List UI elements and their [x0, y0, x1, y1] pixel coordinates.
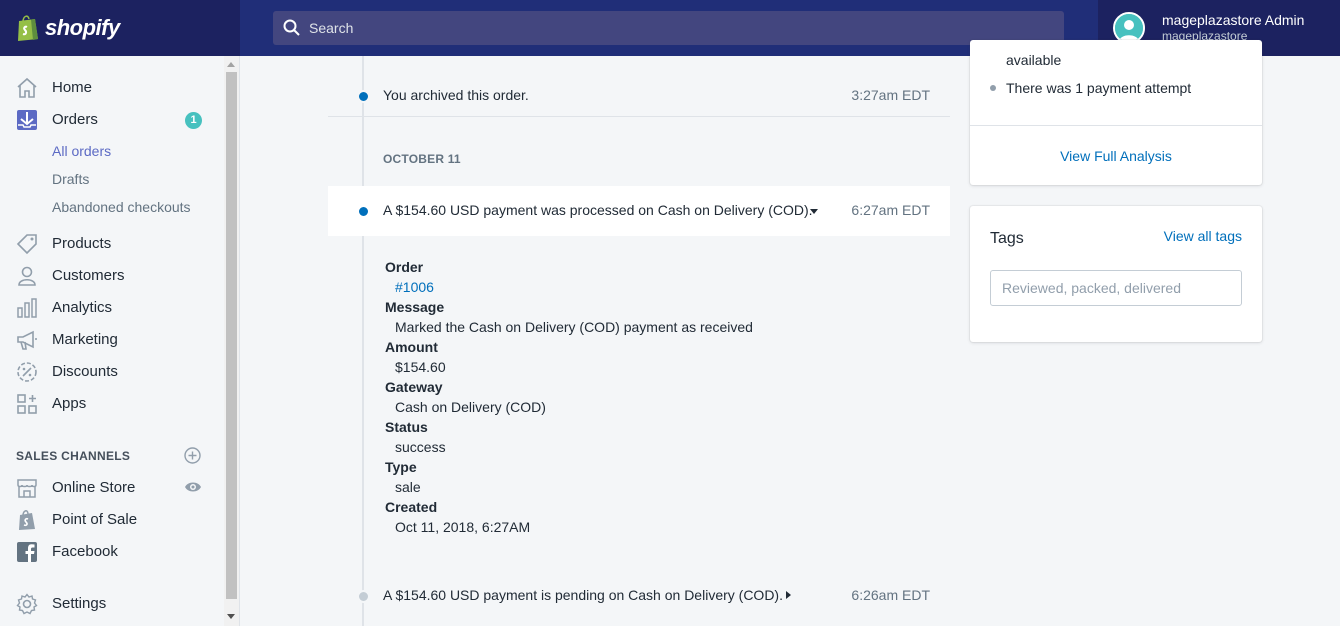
sidebar-item-orders[interactable]: Orders 1	[0, 104, 224, 136]
sidebar-item-label: Discounts	[52, 363, 118, 380]
sidebar-item-label: Marketing	[52, 331, 118, 348]
detail-label-order: Order	[385, 259, 424, 275]
timeline-event-time: 6:26am EDT	[851, 587, 930, 603]
payment-details: Order #1006 Message Marked the Cash on D…	[385, 257, 885, 537]
sidebar-item-customers[interactable]: Customers	[0, 260, 224, 292]
order-link[interactable]: #1006	[385, 277, 885, 297]
detail-label-created: Created	[385, 499, 438, 515]
sidebar-scrollbar[interactable]	[224, 56, 239, 626]
user-icon	[1115, 14, 1143, 42]
sidebar-item-label: Online Store	[52, 479, 136, 496]
search-input[interactable]: Search	[273, 11, 1064, 45]
store-icon	[17, 479, 37, 498]
caret-down-icon[interactable]	[810, 209, 818, 214]
risk-indicator-text: There was 1 payment attempt	[1006, 80, 1192, 96]
add-channel-icon[interactable]	[184, 447, 201, 464]
timeline-event-pending[interactable]: A $154.60 USD payment is pending on Cash…	[328, 571, 950, 621]
sidebar: Home Orders 1 All orders Drafts Abandone…	[0, 56, 224, 626]
facebook-icon	[17, 542, 37, 562]
search-icon	[283, 19, 300, 36]
sidebar-item-label: Customers	[52, 267, 125, 284]
timeline-divider	[328, 116, 950, 117]
sidebar-item-discounts[interactable]: Discounts	[0, 356, 224, 388]
sidebar-item-settings[interactable]: Settings	[0, 588, 224, 620]
sidebar-item-apps[interactable]: Apps	[0, 388, 224, 420]
detail-label-type: Type	[385, 459, 417, 475]
detail-label-status: Status	[385, 419, 428, 435]
view-full-analysis-link[interactable]: View Full Analysis	[970, 148, 1262, 164]
tags-title: Tags	[990, 230, 1024, 247]
person-icon	[18, 266, 36, 286]
detail-value-gateway: Cash on Delivery (COD)	[395, 399, 546, 415]
timeline-event-text: A $154.60 USD payment was processed on C…	[383, 202, 813, 218]
sidebar-item-label: Point of Sale	[52, 511, 138, 528]
megaphone-icon	[17, 330, 37, 350]
sidebar-item-label: Products	[52, 235, 112, 252]
sidebar-item-point-of-sale[interactable]: Point of Sale	[0, 504, 224, 536]
sidebar-sub-drafts[interactable]: Drafts	[52, 171, 89, 187]
orders-icon	[17, 110, 37, 130]
logo-text: shopify	[45, 15, 120, 40]
sidebar-sub-all-orders[interactable]: All orders	[52, 143, 111, 159]
timeline-event-time: 6:27am EDT	[851, 202, 930, 218]
tags-input[interactable]	[990, 270, 1242, 306]
detail-value-message: Marked the Cash on Delivery (COD) paymen…	[395, 319, 753, 335]
home-icon	[17, 77, 37, 98]
sales-channels-heading: SALES CHANNELS	[16, 449, 131, 463]
discount-icon	[17, 362, 37, 382]
sidebar-item-label: Apps	[52, 395, 87, 412]
risk-indicator-text: available	[1006, 52, 1062, 68]
sidebar-item-analytics[interactable]: Analytics	[0, 292, 224, 324]
detail-label-amount: Amount	[385, 339, 438, 355]
eye-icon[interactable]	[184, 480, 202, 494]
timeline-event-time: 3:27am EDT	[851, 87, 930, 103]
timeline-dot	[357, 590, 370, 603]
tags-card: Tags View all tags	[970, 206, 1262, 342]
sidebar-item-label: Orders	[52, 111, 98, 128]
bullet	[990, 85, 996, 91]
logo[interactable]: shopify	[0, 0, 240, 56]
sidebar-item-label: Analytics	[52, 299, 113, 316]
sidebar-item-products[interactable]: Products	[0, 228, 224, 260]
shopify-bag-icon	[18, 15, 38, 41]
timeline-line	[362, 56, 364, 626]
tag-icon	[16, 234, 37, 255]
detail-value-created: Oct 11, 2018, 6:27AM	[395, 519, 531, 535]
timeline-date-heading: OCTOBER 11	[383, 152, 461, 166]
detail-label-gateway: Gateway	[385, 379, 443, 395]
pos-icon	[19, 510, 35, 530]
detail-value-type: sale	[395, 479, 421, 495]
detail-value-amount: $154.60	[395, 359, 446, 375]
timeline-event-text: A $154.60 USD payment is pending on Cash…	[383, 587, 783, 603]
user-name: mageplazastore Admin	[1162, 12, 1305, 28]
sidebar-item-home[interactable]: Home	[0, 72, 224, 104]
scroll-down-arrow-icon[interactable]	[227, 614, 235, 619]
sidebar-item-marketing[interactable]: Marketing	[0, 324, 224, 356]
gear-icon	[16, 593, 38, 615]
timeline-dot	[357, 90, 370, 103]
orders-count-badge: 1	[185, 112, 202, 129]
sidebar-item-online-store[interactable]: Online Store	[0, 472, 224, 504]
apps-icon	[17, 394, 37, 414]
caret-right-icon[interactable]	[786, 591, 791, 599]
fraud-analysis-card: available There was 1 payment attempt Vi…	[970, 40, 1262, 185]
timeline-event-text: You archived this order.	[383, 87, 529, 103]
timeline-event-archived: You archived this order. 3:27am EDT	[328, 71, 950, 121]
detail-value-status: success	[395, 439, 446, 455]
sidebar-divider	[239, 56, 240, 626]
detail-label-message: Message	[385, 299, 445, 315]
search-placeholder: Search	[309, 20, 354, 36]
sidebar-item-facebook[interactable]: Facebook	[0, 536, 224, 568]
card-divider	[970, 125, 1262, 126]
timeline-event-processed[interactable]: A $154.60 USD payment was processed on C…	[328, 186, 950, 236]
view-all-tags-link[interactable]: View all tags	[1164, 228, 1242, 244]
sidebar-item-label: Facebook	[52, 543, 118, 560]
scroll-up-arrow-icon[interactable]	[227, 62, 235, 67]
bar-chart-icon	[17, 298, 37, 318]
timeline-dot	[357, 205, 370, 218]
sidebar-sub-abandoned-checkouts[interactable]: Abandoned checkouts	[52, 199, 191, 215]
sidebar-item-label: Home	[52, 79, 93, 96]
sidebar-item-label: Settings	[52, 595, 107, 612]
scroll-thumb[interactable]	[226, 72, 237, 599]
